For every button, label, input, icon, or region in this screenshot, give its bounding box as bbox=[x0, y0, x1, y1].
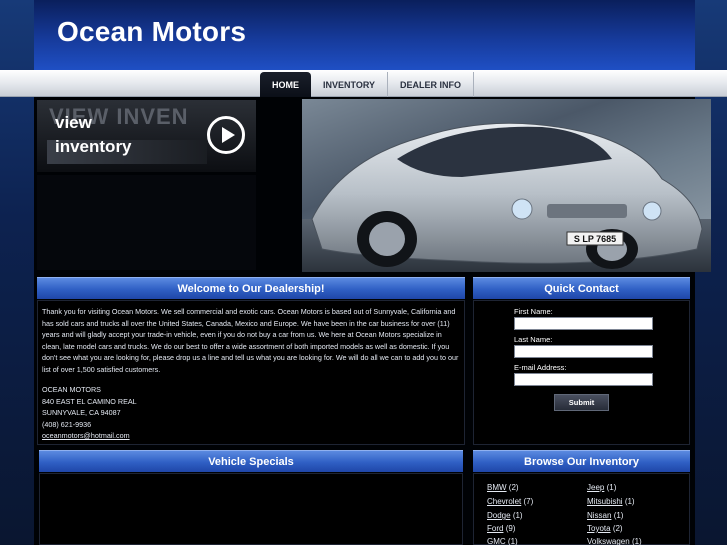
address-phone: (408) 621-9936 bbox=[42, 419, 92, 429]
first-name-input[interactable] bbox=[514, 317, 653, 330]
hero-car-image: S LP 7685 bbox=[302, 99, 711, 272]
email-link[interactable]: oceanmotors@hotmail.com bbox=[42, 430, 137, 442]
inventory-item: Ford (9) bbox=[487, 524, 515, 533]
inventory-link-bmw[interactable]: BMW bbox=[487, 483, 507, 492]
license-plate-text: S LP 7685 bbox=[574, 234, 616, 244]
last-name-input[interactable] bbox=[514, 345, 653, 358]
inventory-item: BMW (2) bbox=[487, 483, 519, 492]
welcome-title: Welcome to Our Dealership! bbox=[37, 277, 465, 299]
inventory-item: GMC (1) bbox=[487, 537, 518, 545]
email-input[interactable] bbox=[514, 373, 653, 386]
inventory-link-chevrolet[interactable]: Chevrolet bbox=[487, 497, 521, 506]
inventory-item: Chevrolet (7) bbox=[487, 497, 533, 506]
view-inventory-banner[interactable]: VIEW INVEN view inventory bbox=[37, 100, 256, 172]
first-name-label: First Name: bbox=[514, 307, 553, 316]
inventory-item: Toyota (2) bbox=[587, 524, 623, 533]
inventory-link-toyota[interactable]: Toyota bbox=[587, 524, 611, 533]
inventory-item: Jeep (1) bbox=[587, 483, 616, 492]
nav-item-home[interactable]: HOME bbox=[260, 72, 311, 97]
inventory-link-volkswagen[interactable]: Volkswagen bbox=[587, 537, 630, 545]
dealer-address: OCEAN MOTORS 840 EAST EL CAMINO REAL SUN… bbox=[42, 384, 137, 442]
car-illustration: S LP 7685 bbox=[302, 122, 711, 272]
banner-line-1: view bbox=[55, 113, 92, 132]
inventory-count: (2) bbox=[612, 524, 623, 533]
inventory-item: Nissan (1) bbox=[587, 511, 623, 520]
last-name-label: Last Name: bbox=[514, 335, 553, 344]
inventory-count: (2) bbox=[508, 483, 519, 492]
address-street: 840 EAST EL CAMINO REAL bbox=[42, 396, 137, 406]
inventory-link-dodge[interactable]: Dodge bbox=[487, 511, 511, 520]
banner-line-2: inventory bbox=[55, 137, 132, 156]
inventory-count: (1) bbox=[613, 511, 624, 520]
welcome-paragraph: Thank you for visiting Ocean Motors. We … bbox=[42, 307, 459, 374]
inventory-link-nissan[interactable]: Nissan bbox=[587, 511, 611, 520]
inventory-item: Mitsubishi (1) bbox=[587, 497, 635, 506]
inventory-count: (1) bbox=[624, 497, 635, 506]
inventory-count: (1) bbox=[512, 511, 523, 520]
email-label: E-mail Address: bbox=[514, 363, 567, 372]
inventory-link-ford[interactable]: Ford bbox=[487, 524, 503, 533]
submit-button[interactable]: Submit bbox=[554, 394, 609, 411]
nav-item-dealer-info[interactable]: DEALER INFO bbox=[388, 72, 475, 97]
inventory-count: (7) bbox=[523, 497, 534, 506]
site-logo[interactable]: Ocean Motors bbox=[57, 16, 246, 48]
inventory-link-jeep[interactable]: Jeep bbox=[587, 483, 604, 492]
inventory-count: (1) bbox=[606, 483, 617, 492]
inventory-item: Volkswagen (1) bbox=[587, 537, 642, 545]
quick-contact-title: Quick Contact bbox=[473, 277, 690, 299]
inventory-link-mitsubishi[interactable]: Mitsubishi bbox=[587, 497, 623, 506]
play-icon[interactable] bbox=[207, 116, 245, 154]
address-name: OCEAN MOTORS bbox=[42, 385, 101, 394]
inventory-link-gmc[interactable]: GMC bbox=[487, 537, 506, 545]
vehicle-specials-panel bbox=[39, 473, 463, 545]
address-city: SUNNYVALE, CA 94087 bbox=[42, 408, 121, 418]
inventory-count: (1) bbox=[507, 537, 518, 545]
browse-inventory-title: Browse Our Inventory bbox=[473, 450, 690, 472]
nav-item-inventory[interactable]: INVENTORY bbox=[311, 72, 389, 97]
main-nav: HOME INVENTORY DEALER INFO bbox=[260, 72, 475, 97]
inventory-count: (1) bbox=[631, 537, 642, 545]
inventory-item: Dodge (1) bbox=[487, 511, 523, 520]
vehicle-specials-title: Vehicle Specials bbox=[39, 450, 463, 472]
left-empty-panel bbox=[37, 175, 256, 270]
site-header: Ocean Motors bbox=[34, 0, 695, 70]
inventory-count: (9) bbox=[505, 524, 516, 533]
